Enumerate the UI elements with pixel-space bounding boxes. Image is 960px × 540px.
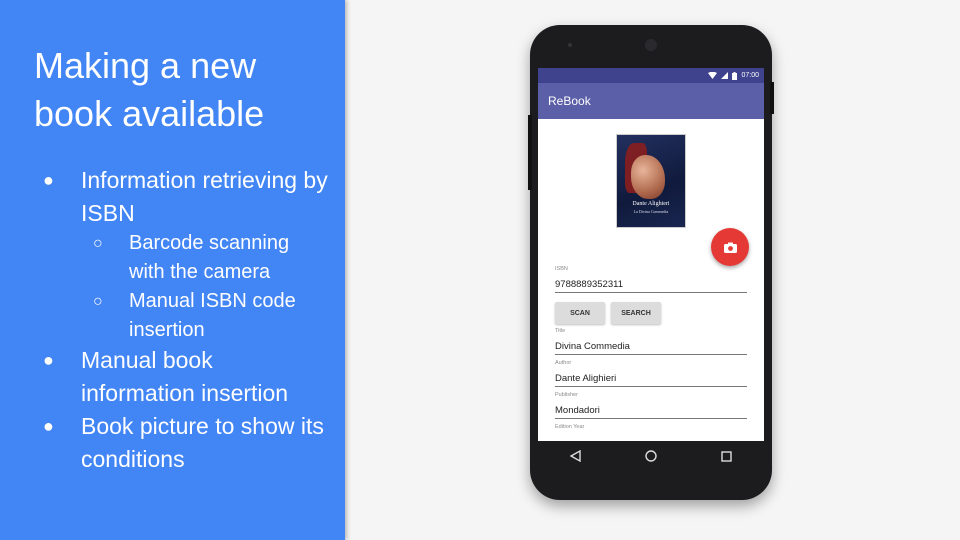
nav-bar <box>538 441 764 471</box>
battery-icon <box>732 71 738 80</box>
signal-icon <box>721 72 729 79</box>
status-bar: 07:00 <box>538 68 764 83</box>
bullet-glyph: ● <box>43 416 54 436</box>
publisher-field[interactable]: Mondadori <box>555 405 747 419</box>
bullet-text: Manual book information insertion <box>81 347 289 406</box>
isbn-field[interactable]: 9788889352311 <box>555 279 747 293</box>
author-label: Author <box>555 360 572 366</box>
bullet-glyph: ● <box>43 350 54 370</box>
sub-bullet-text: Manual ISBN code insertion <box>129 290 296 341</box>
scan-button[interactable]: SCAN <box>555 302 605 324</box>
bullet-item: ● Information retrieving by ISBN <box>43 164 331 230</box>
author-field[interactable]: Dante Alighieri <box>555 373 747 387</box>
sub-bullet-item: ○ Barcode scanning with the camera <box>93 229 329 287</box>
status-time: 07:00 <box>741 72 759 79</box>
publisher-label: Publisher <box>555 392 578 398</box>
bullet-glyph: ● <box>43 170 54 190</box>
title-label: Title <box>555 328 566 334</box>
recents-icon[interactable] <box>721 450 732 462</box>
phone-screen: 07:00 ReBook Dante Alighieri La Divina C… <box>538 68 764 441</box>
title-field[interactable]: Divina Commedia <box>555 341 747 355</box>
search-button[interactable]: SEARCH <box>611 302 661 324</box>
wifi-icon <box>708 72 718 79</box>
sub-bullet-text: Barcode scanning with the camera <box>129 232 290 283</box>
bullet-item: ● Manual book information insertion <box>43 344 331 410</box>
front-sensor <box>568 43 572 47</box>
sub-bullet-glyph: ○ <box>93 235 103 252</box>
back-icon[interactable] <box>570 450 581 462</box>
sub-bullet-item: ○ Manual ISBN code insertion <box>93 287 329 345</box>
camera-fab-button[interactable] <box>711 228 749 266</box>
slide-title: Making a new book available <box>34 45 265 134</box>
front-camera <box>645 39 657 51</box>
edition-year-label: Edition Year <box>555 424 585 430</box>
book-cover-image[interactable]: Dante Alighieri La Divina Commedia <box>616 134 686 228</box>
app-title: ReBook <box>548 94 591 108</box>
volume-button <box>528 115 532 190</box>
bullet-item: ● Book picture to show its conditions <box>43 410 331 476</box>
camera-icon <box>723 242 737 253</box>
cover-portrait <box>631 155 665 199</box>
bullet-text: Book picture to show its conditions <box>81 413 324 472</box>
bullet-text: Information retrieving by ISBN <box>81 167 328 226</box>
isbn-label: ISBN <box>555 266 568 272</box>
slide-panel: Making a new book available ● Informatio… <box>0 0 345 540</box>
app-bar: ReBook <box>538 83 764 119</box>
power-button <box>770 82 774 114</box>
cover-title: Dante Alighieri <box>632 201 670 207</box>
cover-subtitle: La Divina Commedia <box>633 209 669 214</box>
home-icon[interactable] <box>645 450 657 462</box>
sub-bullet-glyph: ○ <box>93 293 103 310</box>
